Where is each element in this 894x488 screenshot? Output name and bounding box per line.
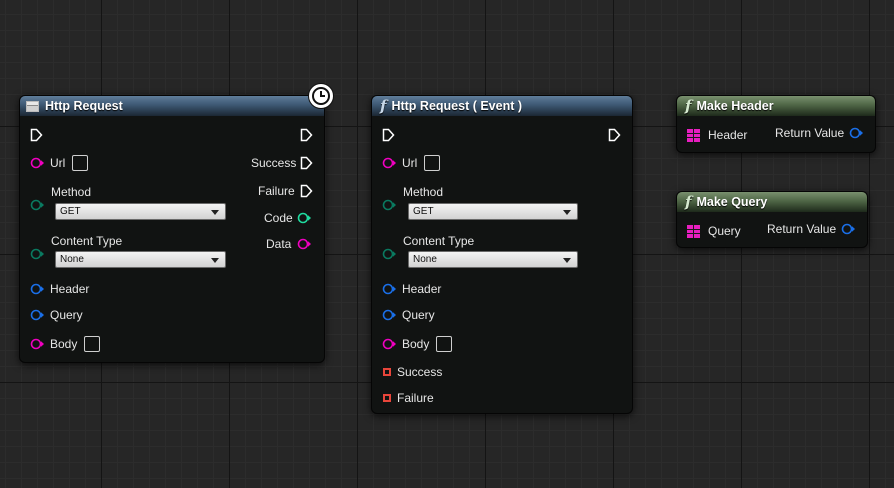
method-dropdown[interactable]: GET: [55, 203, 226, 220]
header-input-row: Header: [382, 282, 441, 296]
content-type-dropdown[interactable]: None: [55, 251, 226, 268]
exec-in-pin[interactable]: [382, 128, 395, 142]
string-pin-icon[interactable]: [382, 338, 397, 350]
content-type-label: Content Type: [403, 234, 475, 248]
node-title: Make Header: [696, 99, 774, 113]
body-input-row: Body: [30, 336, 101, 352]
node-title: Make Query: [696, 195, 768, 209]
exec-out-pin[interactable]: [608, 128, 621, 142]
struct-pin-icon[interactable]: [382, 283, 397, 295]
header-label: Header: [708, 128, 748, 142]
chevron-down-icon: [563, 210, 571, 215]
enum-pin-icon[interactable]: [382, 248, 397, 260]
body-label: Body: [50, 337, 78, 351]
exec-in-pin[interactable]: [30, 128, 43, 142]
header-label: Header: [50, 282, 90, 296]
content-type-label: Content Type: [51, 234, 123, 248]
http-request-event-node-header[interactable]: f Http Request ( Event ): [372, 96, 632, 116]
string-pin-icon[interactable]: [382, 157, 397, 169]
macro-icon: [26, 100, 39, 112]
url-value-box[interactable]: [72, 155, 89, 171]
query-input-row: Query: [30, 308, 83, 322]
body-input-row: Body: [382, 336, 453, 352]
query-label: Query: [50, 308, 83, 322]
struct-grid-pin-icon[interactable]: [687, 128, 700, 142]
make-query-node-header[interactable]: f Make Query: [677, 192, 867, 212]
chevron-down-icon: [563, 258, 571, 263]
method-value: GET: [413, 206, 434, 217]
return-value-row: Return Value: [775, 126, 864, 140]
body-label: Body: [402, 337, 430, 351]
header-input-row: Header: [30, 282, 89, 296]
failure-exec-pin[interactable]: [300, 184, 313, 198]
url-label: Url: [402, 156, 418, 170]
url-input-row: Url: [30, 155, 89, 171]
url-value-box[interactable]: [424, 155, 441, 171]
string-pin-icon[interactable]: [30, 338, 45, 350]
data-label: Data: [266, 237, 292, 251]
function-icon: f: [685, 193, 692, 211]
method-label: Method: [51, 185, 92, 199]
http-request-event-node[interactable]: f Http Request ( Event ) Url Method GET …: [371, 95, 633, 414]
return-value-label: Return Value: [775, 126, 845, 140]
struct-pin-icon[interactable]: [841, 223, 856, 235]
struct-pin-icon[interactable]: [30, 309, 45, 321]
success-exec-pin[interactable]: [300, 156, 313, 170]
chevron-down-icon: [211, 258, 219, 263]
struct-pin-icon[interactable]: [849, 127, 864, 139]
delegate-pin-icon[interactable]: [383, 394, 391, 402]
header-input-row: Header: [687, 128, 747, 142]
enum-pin-icon[interactable]: [382, 199, 397, 211]
enum-pin-icon[interactable]: [30, 248, 45, 260]
url-input-row: Url: [382, 155, 441, 171]
failure-label: Failure: [397, 391, 434, 405]
body-value-box[interactable]: [84, 336, 101, 352]
content-type-value: None: [60, 254, 84, 265]
failure-label: Failure: [258, 184, 295, 198]
query-input-row: Query: [382, 308, 435, 322]
content-type-dropdown[interactable]: None: [408, 251, 578, 268]
method-label: Method: [403, 185, 444, 199]
url-label: Url: [50, 156, 66, 170]
failure-delegate-row: Failure: [383, 391, 434, 405]
exec-out-pin[interactable]: [300, 128, 313, 142]
success-label: Success: [397, 365, 443, 379]
make-query-node[interactable]: f Make Query Query Return Value: [676, 191, 868, 248]
clock-icon: [308, 83, 334, 109]
body-value-box[interactable]: [436, 336, 453, 352]
code-label: Code: [264, 211, 293, 225]
node-title: Http Request ( Event ): [391, 99, 523, 113]
struct-grid-pin-icon[interactable]: [687, 224, 700, 238]
function-icon: f: [380, 97, 387, 115]
int-pin-icon[interactable]: [297, 212, 312, 224]
return-value-row: Return Value: [767, 222, 856, 236]
query-input-row: Query: [687, 224, 741, 238]
make-header-node[interactable]: f Make Header Header Return Value: [676, 95, 876, 153]
chevron-down-icon: [211, 210, 219, 215]
struct-pin-icon[interactable]: [382, 309, 397, 321]
http-request-node-header[interactable]: Http Request: [20, 96, 324, 116]
content-type-value: None: [413, 254, 437, 265]
struct-pin-icon[interactable]: [30, 283, 45, 295]
string-pin-icon[interactable]: [30, 157, 45, 169]
success-delegate-row: Success: [383, 365, 442, 379]
success-label: Success: [251, 156, 297, 170]
query-label: Query: [708, 224, 741, 238]
delegate-pin-icon[interactable]: [383, 368, 391, 376]
node-title: Http Request: [45, 99, 123, 113]
method-dropdown[interactable]: GET: [408, 203, 578, 220]
function-icon: f: [685, 97, 692, 115]
http-request-node[interactable]: Http Request Url Method GET Content Type…: [19, 83, 334, 363]
string-pin-icon[interactable]: [297, 238, 312, 250]
method-value: GET: [60, 206, 81, 217]
return-value-label: Return Value: [767, 222, 837, 236]
make-header-node-header[interactable]: f Make Header: [677, 96, 875, 116]
query-label: Query: [402, 308, 435, 322]
header-label: Header: [402, 282, 442, 296]
enum-pin-icon[interactable]: [30, 199, 45, 211]
